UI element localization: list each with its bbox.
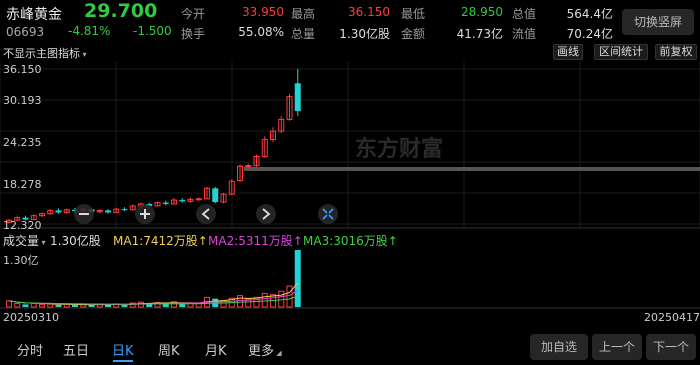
volume-bar	[22, 304, 29, 307]
volume-value: 1.30亿股	[50, 234, 101, 248]
volume-bar	[6, 300, 12, 308]
corner-arrow-icon: ◢	[274, 349, 282, 357]
tab-intraday[interactable]: 分时	[17, 340, 43, 359]
add-watchlist-button[interactable]: 加自选	[530, 334, 588, 360]
ma3-label: MA3:3016万股↑	[303, 234, 398, 248]
candle-body	[162, 202, 169, 204]
volume-bar	[72, 304, 78, 307]
price-tick-label: 36.150	[3, 63, 42, 76]
volume-bar	[294, 250, 301, 307]
price-tick-label: 24.235	[3, 136, 42, 149]
date-start: 20250310	[3, 311, 59, 324]
candle-body	[294, 83, 301, 111]
volume-bar	[80, 304, 87, 308]
volume-bar	[14, 302, 21, 308]
volume-bar	[55, 304, 62, 307]
resistance-line	[244, 167, 700, 171]
candle-body	[105, 210, 111, 213]
volume-bar	[63, 303, 70, 308]
candle-body	[195, 198, 202, 201]
candle-body	[245, 165, 252, 168]
candle-body	[55, 210, 62, 213]
zoom-out-button[interactable]	[74, 204, 94, 224]
volume-axis-top: 1.30亿	[3, 254, 39, 267]
tab-daily-k[interactable]: 日K	[112, 340, 134, 359]
volume-bar	[30, 302, 37, 308]
tab-monthly-k[interactable]: 月K	[205, 340, 227, 359]
volume-bar	[286, 285, 293, 308]
kline-chart[interactable]: 东方财富 36.150 30.193 24.235 18.278 12.320	[0, 0, 700, 365]
zoom-in-button[interactable]	[135, 204, 155, 224]
volume-bar	[261, 292, 268, 308]
scroll-left-button[interactable]	[196, 204, 216, 224]
candle-body	[121, 209, 128, 211]
price-tick-label: 18.278	[3, 178, 42, 191]
previous-stock-button[interactable]: 上一个	[592, 334, 642, 360]
fullscreen-toggle-button[interactable]	[318, 204, 338, 224]
tab-more[interactable]: 更多 ◢	[248, 340, 282, 359]
volume-bar	[237, 295, 243, 308]
scroll-right-button[interactable]	[256, 204, 276, 224]
minus-icon	[79, 213, 89, 215]
candle-body	[179, 200, 186, 202]
candle-body	[212, 188, 219, 203]
price-tick-label: 12.320	[3, 219, 42, 232]
ma2-label: MA2:5311万股↑	[208, 234, 303, 248]
volume-bar	[278, 290, 285, 308]
volume-indicator-label[interactable]: 成交量 ▾	[3, 232, 46, 249]
watermark: 东方财富	[355, 136, 443, 162]
price-tick-label: 30.193	[3, 94, 42, 107]
ma1-label: MA1:7412万股↑	[113, 234, 208, 248]
date-end: 20250417	[644, 311, 700, 324]
volume-bar	[39, 303, 45, 308]
active-tab-indicator	[113, 360, 133, 362]
next-stock-button[interactable]: 下一个	[646, 334, 696, 360]
volume-bar	[162, 303, 169, 307]
volume-bar	[253, 296, 260, 308]
tab-weekly-k[interactable]: 周K	[158, 340, 180, 359]
tab-five-day[interactable]: 五日	[63, 340, 89, 359]
